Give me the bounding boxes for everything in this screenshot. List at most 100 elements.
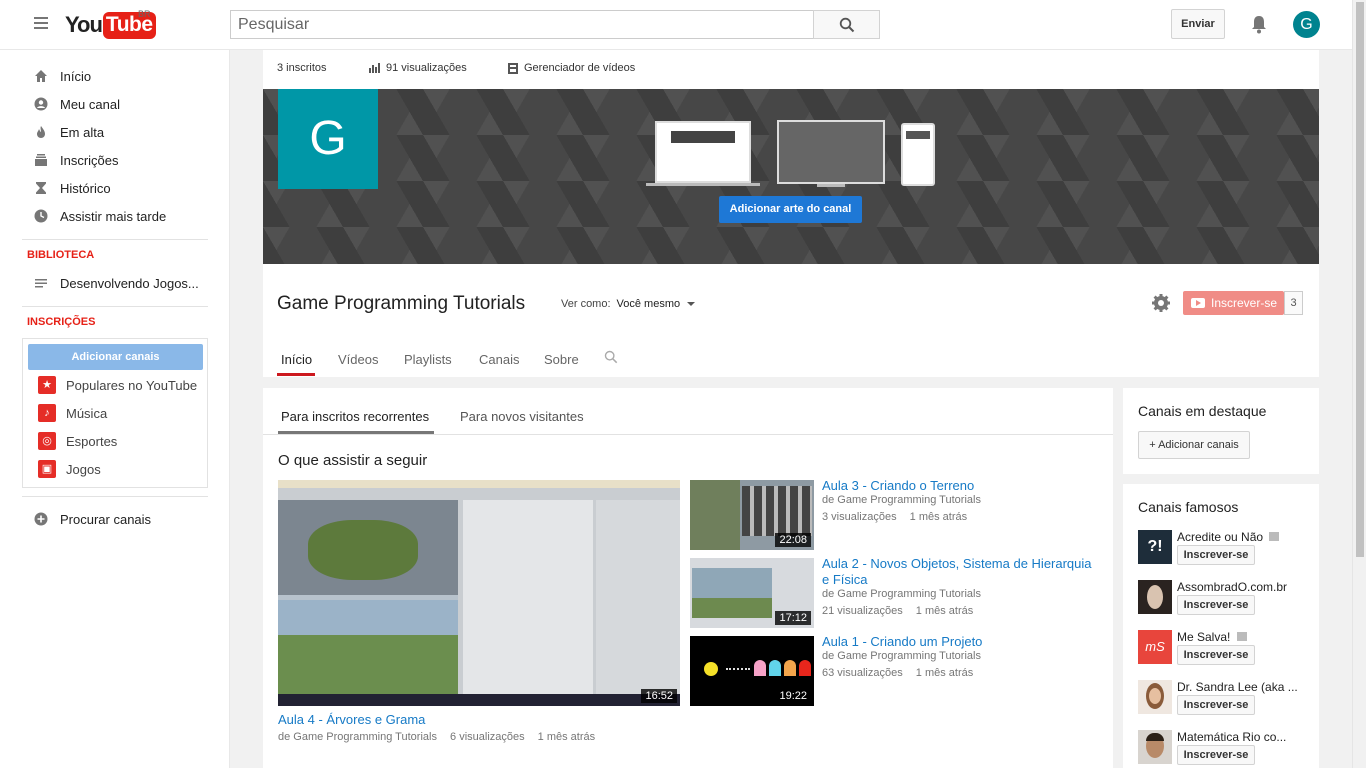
library-section-title: BIBLIOTECA [27, 249, 95, 261]
channel-header: 3 inscritos 91 visualizações Gerenciador… [263, 50, 1319, 377]
tab-returning-subscribers[interactable]: Para inscritos recorrentes [281, 409, 429, 424]
video-age: 1 mês atrás [537, 731, 596, 743]
sidebar-item-browse-channels[interactable]: Procurar canais [0, 505, 230, 533]
basketball-icon: ◎ [38, 432, 56, 450]
tab-videos[interactable]: Vídeos [338, 352, 378, 367]
menu-icon[interactable] [34, 17, 48, 29]
channel-name[interactable]: Dr. Sandra Lee (aka ... [1177, 680, 1307, 694]
subscribe-button[interactable]: Inscrever-se [1177, 545, 1255, 565]
youtube-logo[interactable]: You Tube BR [65, 9, 156, 40]
famous-channel-row: Dr. Sandra Lee (aka ... Inscrever-se [1138, 680, 1319, 720]
subscriptions-box: Adicionar canais ★ Populares no YouTube … [22, 338, 208, 488]
scrollbar-thumb[interactable] [1356, 2, 1364, 557]
video-manager-label: Gerenciador de vídeos [524, 62, 636, 74]
views-stat[interactable]: 91 visualizações [369, 62, 467, 74]
video-manager-link[interactable]: Gerenciador de vídeos [508, 62, 635, 74]
top-bar: You Tube BR Pesquisar Enviar G [0, 0, 1352, 50]
sidebar-item-label: Assistir mais tarde [60, 208, 167, 224]
video-thumbnail[interactable]: 17:12 [690, 558, 814, 628]
search-icon [839, 17, 855, 33]
channel-settings-gear-icon[interactable] [1151, 293, 1171, 316]
page-scrollbar[interactable] [1352, 0, 1366, 768]
sidebar-item-watch-later[interactable]: Assistir mais tarde [0, 202, 230, 230]
video-duration: 16:52 [641, 689, 677, 703]
sidebar-item-label: Em alta [60, 124, 105, 140]
famous-channels-title: Canais famosos [1138, 499, 1239, 515]
video-channel: de Game Programming Tutorials [822, 588, 981, 600]
famous-channel-row: Matemática Rio co... Inscrever-se [1138, 730, 1319, 768]
video-thumbnail[interactable]: 19:22 [690, 636, 814, 706]
channel-name[interactable]: Acredite ou Não [1177, 530, 1307, 544]
channel-avatar[interactable] [1138, 680, 1172, 714]
account-avatar[interactable]: G [1293, 11, 1320, 38]
channel-avatar[interactable]: mS [1138, 630, 1172, 664]
tab-playlists[interactable]: Playlists [404, 352, 452, 367]
sidebar-item-label: Inscrições [60, 152, 119, 168]
tab-channels[interactable]: Canais [479, 352, 519, 367]
channel-avatar[interactable] [1138, 730, 1172, 764]
subscribe-button[interactable]: Inscrever-se [1177, 695, 1255, 715]
sub-item-music[interactable]: ♪ Música [23, 399, 207, 427]
video-title[interactable]: Aula 1 - Criando um Projeto [822, 634, 1102, 649]
search-input[interactable]: Pesquisar [230, 10, 814, 39]
flame-icon [37, 126, 45, 138]
subscribe-button[interactable]: Inscrever-se [1177, 745, 1255, 765]
featured-video-thumbnail[interactable]: 16:52 [278, 480, 680, 706]
sub-item-gaming[interactable]: ▣ Jogos [23, 455, 207, 483]
famous-channel-row: ?! Acredite ou Não Inscrever-se [1138, 530, 1319, 570]
channel-avatar[interactable]: ?! [1138, 530, 1172, 564]
guide-sidebar: Início Meu canal Em alta Inscrições Hist… [0, 50, 230, 768]
channel-name-text: Dr. Sandra Lee (aka ... [1177, 680, 1298, 694]
tab-about[interactable]: Sobre [544, 352, 579, 367]
sub-item-sports[interactable]: ◎ Esportes [23, 427, 207, 455]
video-meta: 21 visualizações 1 mês atrás [822, 605, 973, 617]
sidebar-item-my-channel[interactable]: Meu canal [0, 90, 230, 118]
notifications-bell-icon[interactable] [1250, 14, 1268, 37]
search-button[interactable] [813, 10, 880, 39]
divider [22, 239, 208, 240]
youtube-play-icon [1191, 298, 1205, 308]
video-age: 1 mês atrás [909, 511, 968, 523]
subscriptions-section-title: INSCRIÇÕES [27, 316, 96, 328]
channel-name[interactable]: AssombradO.com.br [1177, 580, 1307, 594]
sidebar-item-subscriptions[interactable]: Inscrições [0, 146, 230, 174]
channel-avatar[interactable] [1138, 580, 1172, 614]
add-channel-art-button[interactable]: Adicionar arte do canal [719, 196, 862, 223]
sub-item-label: Esportes [66, 433, 118, 449]
add-featured-channels-button[interactable]: + Adicionar canais [1138, 431, 1250, 459]
channel-search-icon[interactable] [604, 350, 618, 367]
featured-video-title[interactable]: Aula 4 - Árvores e Grama [278, 712, 425, 727]
tab-home[interactable]: Início [281, 352, 312, 367]
video-title[interactable]: Aula 2 - Novos Objetos, Sistema de Hiera… [822, 556, 1102, 588]
sidebar-item-home[interactable]: Início [0, 62, 230, 90]
sub-item-label: Populares no YouTube [66, 377, 198, 393]
subscribe-button[interactable]: Inscrever-se [1177, 595, 1255, 615]
region-label: BR [138, 9, 151, 19]
channel-name-text: Acredite ou Não [1177, 530, 1264, 544]
channel-name[interactable]: Me Salva! [1177, 630, 1307, 644]
sidebar-item-playlist[interactable]: Desenvolvendo Jogos... [0, 269, 230, 297]
gamepad-icon: ▣ [38, 460, 56, 478]
sub-item-popular[interactable]: ★ Populares no YouTube [23, 371, 207, 399]
video-meta: 63 visualizações 1 mês atrás [822, 667, 973, 679]
video-views: 6 visualizações [450, 731, 525, 743]
caret-down-icon [687, 302, 696, 307]
subscribe-button[interactable]: Inscrever-se [1183, 291, 1284, 315]
tab-new-visitors[interactable]: Para novos visitantes [460, 409, 584, 424]
channel-avatar[interactable]: G [278, 89, 378, 189]
sidebar-item-trending[interactable]: Em alta [0, 118, 230, 146]
add-channels-button[interactable]: Adicionar canais [28, 344, 203, 370]
view-as-selector[interactable]: Ver como: Você mesmo [561, 298, 696, 310]
famous-channel-row: AssombradO.com.br Inscrever-se [1138, 580, 1319, 620]
video-thumbnail[interactable]: 22:08 [690, 480, 814, 550]
subscribe-button[interactable]: Inscrever-se [1177, 645, 1255, 665]
channel-home-content: Para inscritos recorrentes Para novos vi… [263, 388, 1113, 768]
video-title[interactable]: Aula 3 - Criando o Terreno [822, 478, 1102, 493]
video-views: 63 visualizações [822, 667, 903, 679]
star-icon: ★ [38, 376, 56, 394]
upload-button[interactable]: Enviar [1171, 9, 1225, 39]
sidebar-item-history[interactable]: Histórico [0, 174, 230, 202]
view-as-value: Você mesmo [616, 298, 681, 310]
channel-name[interactable]: Matemática Rio co... [1177, 730, 1307, 744]
featured-channels-panel: Canais em destaque + Adicionar canais [1123, 388, 1319, 474]
